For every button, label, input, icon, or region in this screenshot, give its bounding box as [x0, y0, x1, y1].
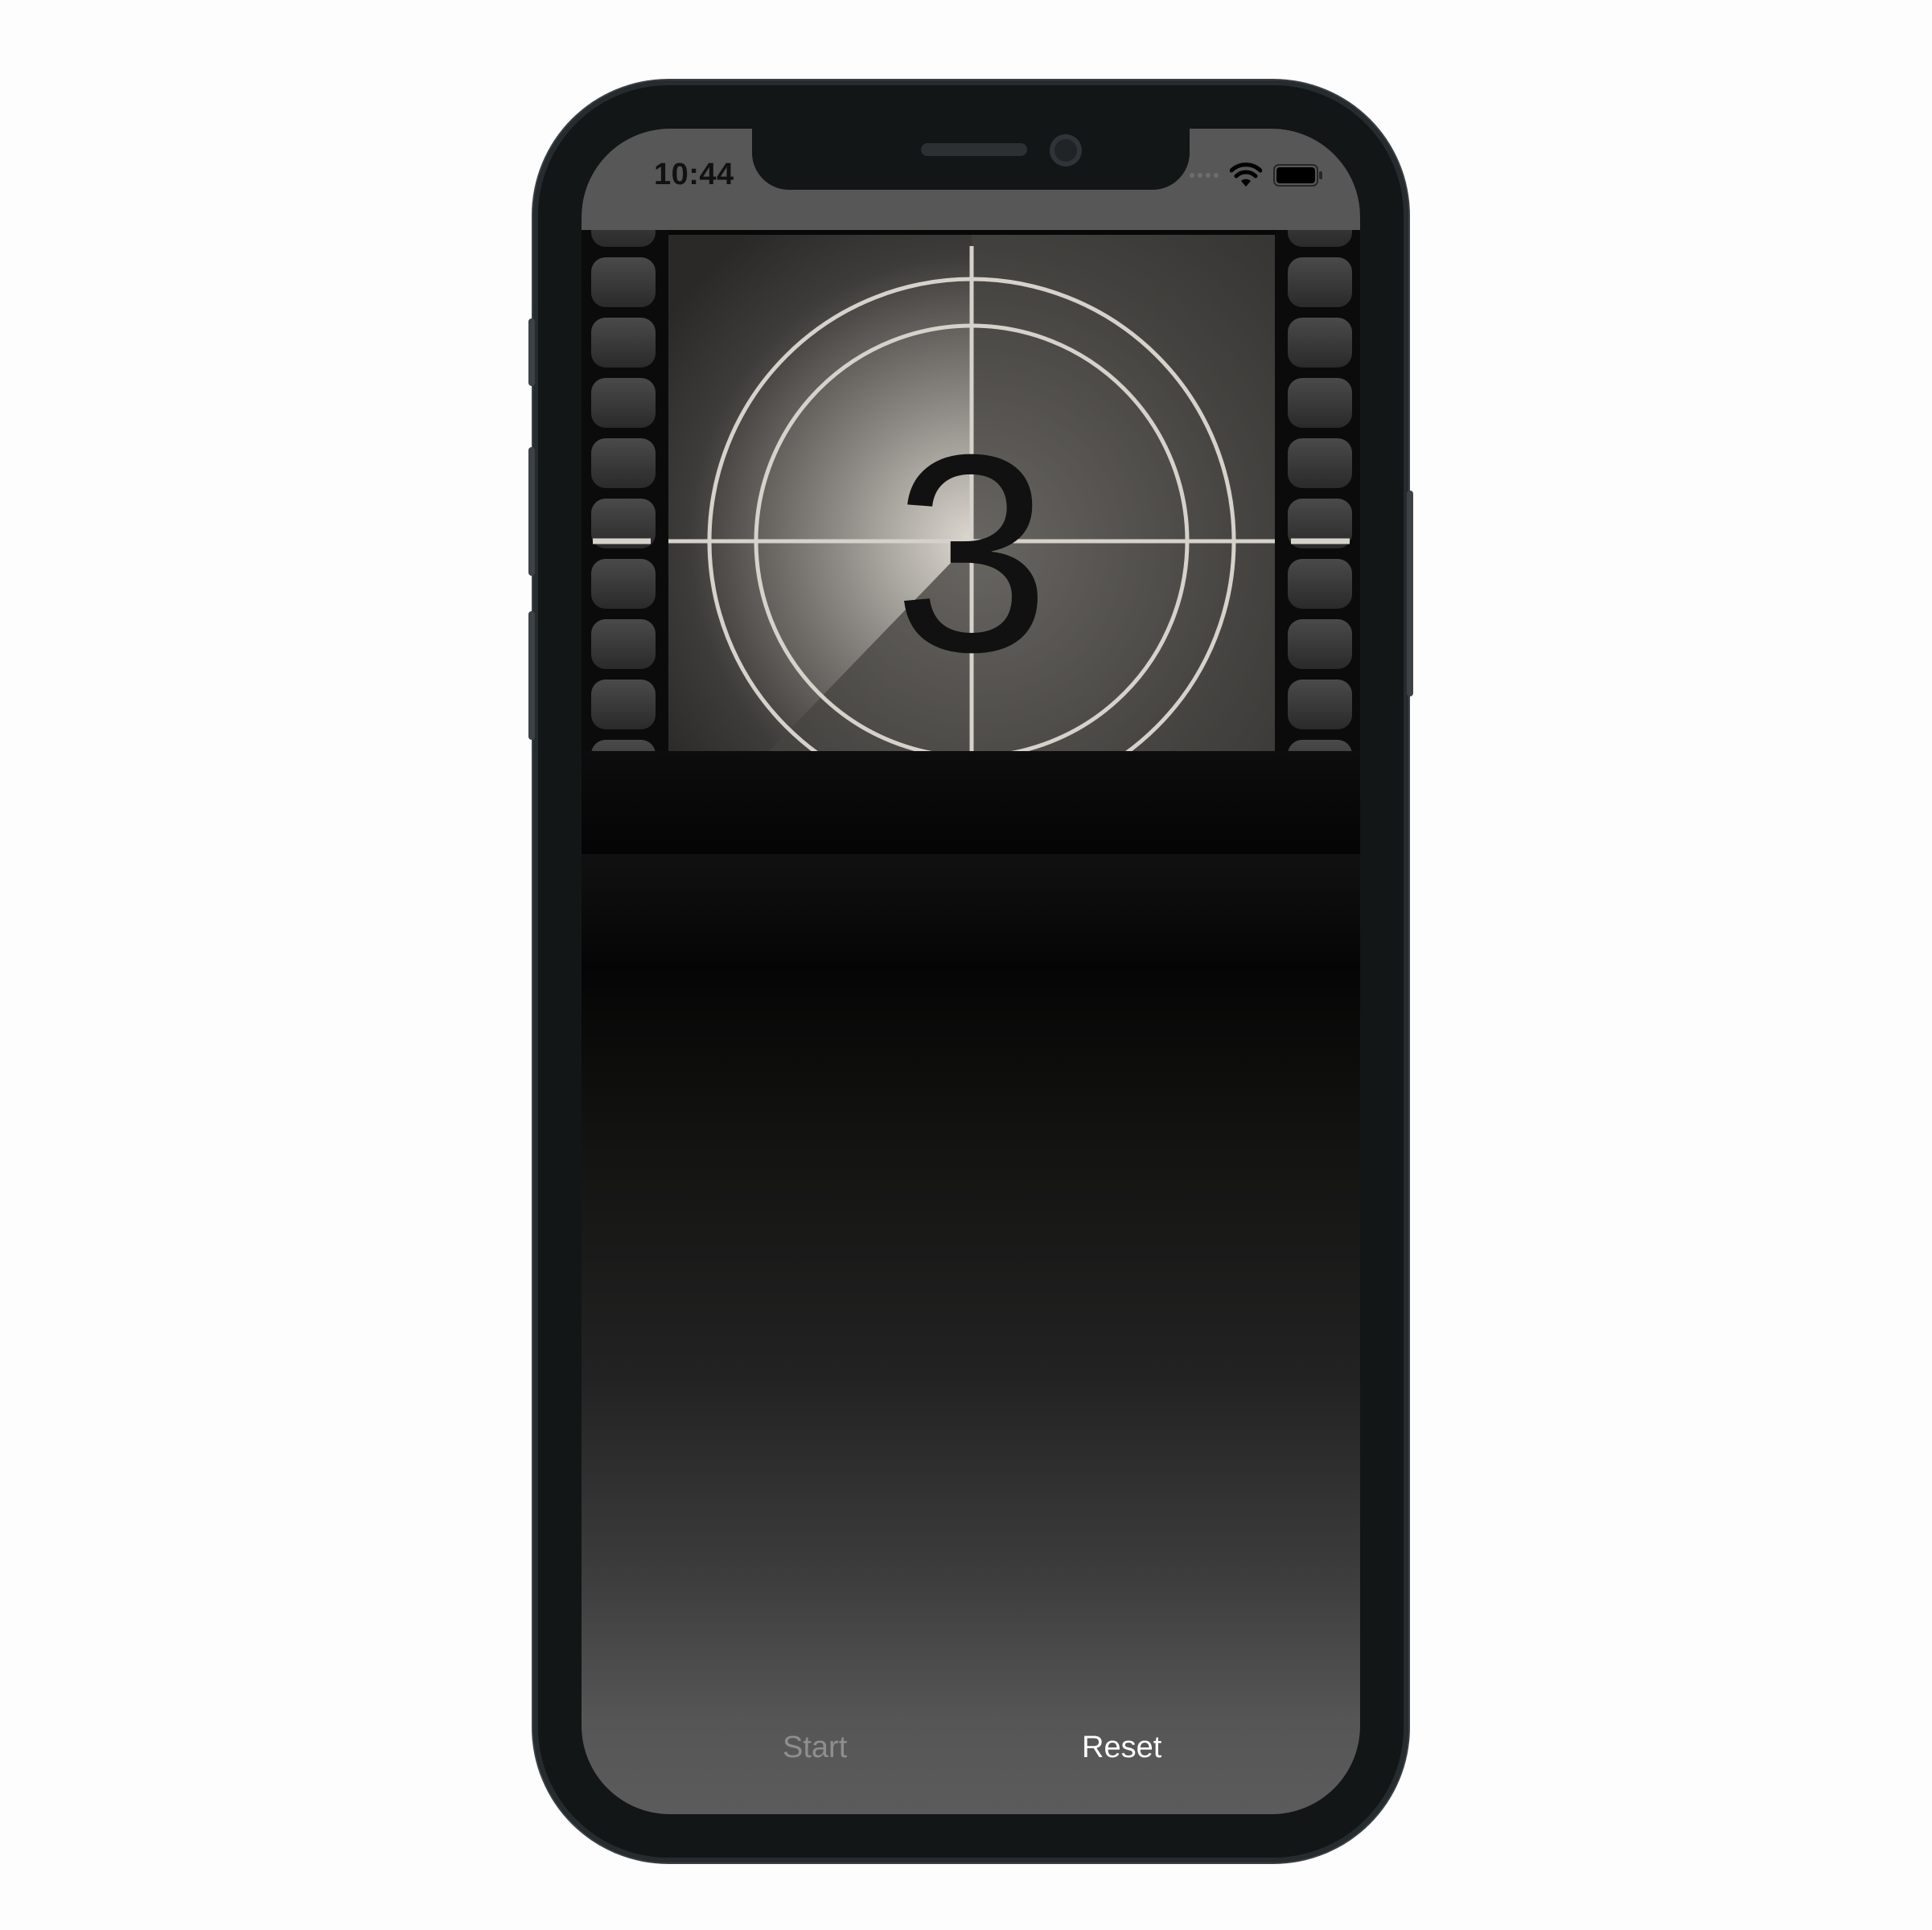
status-indicators: [1190, 159, 1323, 191]
front-camera: [1050, 134, 1082, 166]
status-time: 10:44: [654, 158, 734, 191]
sprocket-hole: [591, 559, 656, 609]
speaker-grille: [921, 143, 1027, 156]
sprocket-hole: [591, 619, 656, 669]
sprocket-hole: [1288, 438, 1352, 488]
signal-icon: [1190, 173, 1219, 178]
shadow-band: [582, 751, 1360, 856]
battery-icon: [1273, 164, 1322, 187]
mute-switch: [528, 318, 535, 386]
sprocket-hole: [591, 438, 656, 488]
power-button: [1407, 491, 1413, 696]
sprocket-hole: [1288, 680, 1352, 729]
sprocket-hole: [1288, 619, 1352, 669]
control-panel-background: [582, 854, 1360, 1814]
sprocket-hole: [1288, 378, 1352, 428]
sprocket-hole: [591, 378, 656, 428]
sprocket-hole: [591, 318, 656, 368]
sprocket-hole: [591, 680, 656, 729]
sprocket-hole: [591, 257, 656, 307]
volume-down-button: [528, 611, 535, 740]
sprocket-hole: [1288, 559, 1352, 609]
wifi-icon: [1230, 162, 1262, 187]
sprocket-hole: [591, 197, 656, 247]
sprocket-hole: [1288, 257, 1352, 307]
reset-button[interactable]: Reset: [1082, 1731, 1161, 1765]
sprocket-hole: [1288, 318, 1352, 368]
countdown-number: 3: [894, 396, 1050, 711]
sprocket-hole: [1288, 197, 1352, 247]
device-frame: 10:44 3 Start Reset: [528, 80, 1413, 1862]
notch: [752, 129, 1190, 190]
screen: 10:44 3 Start Reset: [582, 129, 1360, 1814]
volume-up-button: [528, 447, 535, 576]
start-button[interactable]: Start: [783, 1731, 847, 1765]
